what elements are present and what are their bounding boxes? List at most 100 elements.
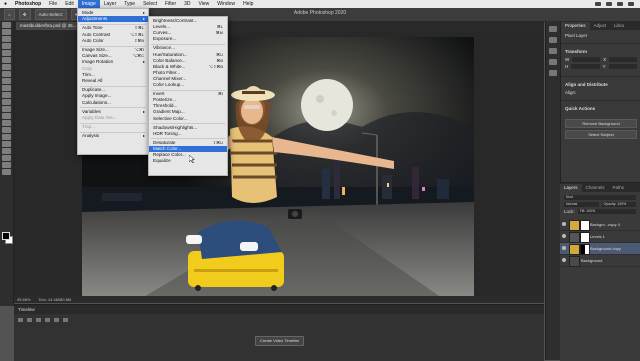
menu-image[interactable]: Image xyxy=(77,0,100,8)
menu-item-vibrance[interactable]: Vibrance... xyxy=(149,45,227,51)
menu-item-replace-color[interactable]: Replace Color... xyxy=(149,152,227,158)
layer-row[interactable]: Background xyxy=(560,255,640,267)
audio-icon[interactable] xyxy=(54,318,59,322)
wifi-icon[interactable] xyxy=(595,2,601,6)
select-subject-button[interactable]: Select Subject xyxy=(565,130,637,139)
visibility-eye-icon[interactable] xyxy=(562,234,566,238)
layer-row[interactable]: Levels 1 xyxy=(560,231,640,243)
tab-paths[interactable]: Paths xyxy=(609,184,629,192)
move-tool-icon[interactable]: ✥ xyxy=(18,9,31,20)
blur-icon[interactable] xyxy=(2,113,11,119)
apple-icon[interactable]: ● xyxy=(0,0,11,8)
menu-item-hue-saturation[interactable]: Hue/Saturation... ⌘U xyxy=(149,52,227,58)
menu-item-match-color[interactable]: Match Color... xyxy=(149,145,227,152)
menu-item-desaturate[interactable]: Desaturate ⇧⌘U xyxy=(149,140,227,146)
tab-adjust[interactable]: Adjust xyxy=(590,22,611,30)
menu-item-photo-filter[interactable]: Photo Filter... xyxy=(149,70,227,76)
first-frame-icon[interactable] xyxy=(18,318,23,322)
menu-help[interactable]: Help xyxy=(239,0,257,8)
menu-view[interactable]: View xyxy=(195,0,214,8)
menu-item-auto-tone[interactable]: Auto Tone ⇧⌘L xyxy=(78,25,148,31)
menu-item-threshold[interactable]: Threshold... xyxy=(149,103,227,109)
layer-mask-thumbnail[interactable] xyxy=(580,232,590,243)
marquee-icon[interactable] xyxy=(2,29,11,35)
menu-item-brightness-contrast[interactable]: Brightness/Contrast... xyxy=(149,18,227,24)
menu-item-variables[interactable]: Variables ▸ xyxy=(78,109,148,115)
layer-mask-thumbnail[interactable] xyxy=(580,244,590,255)
menu-item-exposure[interactable]: Exposure... xyxy=(149,36,227,42)
visibility-eye-icon[interactable] xyxy=(562,222,566,226)
menu-item-selective-color[interactable]: Selective Color... xyxy=(149,116,227,122)
tab-layers[interactable]: Layers xyxy=(560,184,582,192)
home-button[interactable]: ⌂ xyxy=(4,9,15,20)
menu-file[interactable]: File xyxy=(45,0,61,8)
history-brush-icon[interactable] xyxy=(2,92,11,98)
tab-channels[interactable]: Channels xyxy=(582,184,609,192)
lasso-icon[interactable] xyxy=(2,36,11,42)
foreground-color-swatch[interactable] xyxy=(2,232,10,240)
type-icon[interactable] xyxy=(2,134,11,140)
menu-item-adjustments[interactable]: Adjustments ▸ xyxy=(78,16,148,23)
tab-libraries[interactable]: Libra xyxy=(610,22,628,30)
zoom-icon[interactable] xyxy=(2,162,11,168)
hand-icon[interactable] xyxy=(2,155,11,161)
menu-type[interactable]: Type xyxy=(120,0,139,8)
control-center-icon[interactable] xyxy=(617,2,623,6)
remove-background-button[interactable]: Remove Background xyxy=(565,119,637,128)
menu-item-levels[interactable]: Levels... ⌘L xyxy=(149,24,227,30)
menu-item-invert[interactable]: Invert ⌘I xyxy=(149,91,227,97)
menu-item-trim[interactable]: Trim... xyxy=(78,72,148,78)
opacity-field[interactable]: Opacity: 100% xyxy=(601,202,636,207)
menu-item-hdr-toning[interactable]: HDR Toning... xyxy=(149,131,227,137)
menu-window[interactable]: Window xyxy=(213,0,239,8)
edit-toolbar-icon[interactable] xyxy=(2,169,11,175)
rectangle-icon[interactable] xyxy=(2,148,11,154)
menu-item-mode[interactable]: Mode ▸ xyxy=(78,10,148,16)
brush-icon[interactable] xyxy=(2,78,11,84)
eyedropper-icon[interactable] xyxy=(2,64,11,70)
eraser-icon[interactable] xyxy=(2,99,11,105)
swatches-panel-icon[interactable] xyxy=(549,48,557,54)
menu-item-reveal-all[interactable]: Reveal All xyxy=(78,78,148,84)
menu-item-curves[interactable]: Curves... ⌘M xyxy=(149,30,227,36)
adjustments-panel-icon[interactable] xyxy=(549,59,557,65)
search-icon[interactable] xyxy=(628,2,634,6)
crop-icon[interactable] xyxy=(2,50,11,56)
menu-item-auto-color[interactable]: Auto Color ⇧⌘B xyxy=(78,38,148,44)
settings-icon[interactable] xyxy=(63,318,68,322)
history-panel-icon[interactable] xyxy=(549,26,557,32)
menu-select[interactable]: Select xyxy=(139,0,161,8)
x-field[interactable] xyxy=(609,57,638,62)
zoom-level[interactable]: 45.66% xyxy=(17,297,31,302)
menu-item-equalize[interactable]: Equalize xyxy=(149,158,227,164)
visibility-eye-icon[interactable] xyxy=(562,258,566,262)
battery-icon[interactable] xyxy=(606,2,612,6)
fill-field[interactable]: Fill: 100% xyxy=(577,209,636,214)
dodge-icon[interactable] xyxy=(2,120,11,126)
menu-item-apply-image[interactable]: Apply Image... xyxy=(78,93,148,99)
path-select-icon[interactable] xyxy=(2,141,11,147)
quick-select-icon[interactable] xyxy=(2,43,11,49)
menu-item-channel-mixer[interactable]: Channel Mixer... xyxy=(149,76,227,82)
pen-icon[interactable] xyxy=(2,127,11,133)
menu-item-color-lookup[interactable]: Color Lookup... xyxy=(149,82,227,88)
menu-filter[interactable]: Filter xyxy=(161,0,180,8)
menu-item-black-white[interactable]: Black & White... ⌥⇧⌘B xyxy=(149,64,227,70)
move-icon[interactable] xyxy=(2,22,11,28)
tab-properties[interactable]: Properties xyxy=(561,22,590,30)
blend-mode-select[interactable]: Normal xyxy=(564,202,599,207)
menu-item-image-rotation[interactable]: Image Rotation ▸ xyxy=(78,59,148,65)
healing-brush-icon[interactable] xyxy=(2,71,11,77)
color-panel-icon[interactable] xyxy=(549,37,557,43)
play-icon[interactable] xyxy=(36,318,41,322)
menu-item-image-size[interactable]: Image Size... ⌥⌘I xyxy=(78,47,148,53)
layer-mask-thumbnail[interactable] xyxy=(580,220,590,231)
width-field[interactable] xyxy=(572,57,601,62)
menu-item-analysis[interactable]: Analysis ▸ xyxy=(78,133,148,139)
prev-frame-icon[interactable] xyxy=(27,318,32,322)
document-size[interactable]: Doc: 14.4M/80.8M xyxy=(39,297,72,302)
menu-item-auto-contrast[interactable]: Auto Contrast ⌥⇧⌘L xyxy=(78,32,148,38)
layer-row[interactable]: Backgro...copy 4 xyxy=(560,219,640,231)
next-frame-icon[interactable] xyxy=(45,318,50,322)
gradient-icon[interactable] xyxy=(2,106,11,112)
